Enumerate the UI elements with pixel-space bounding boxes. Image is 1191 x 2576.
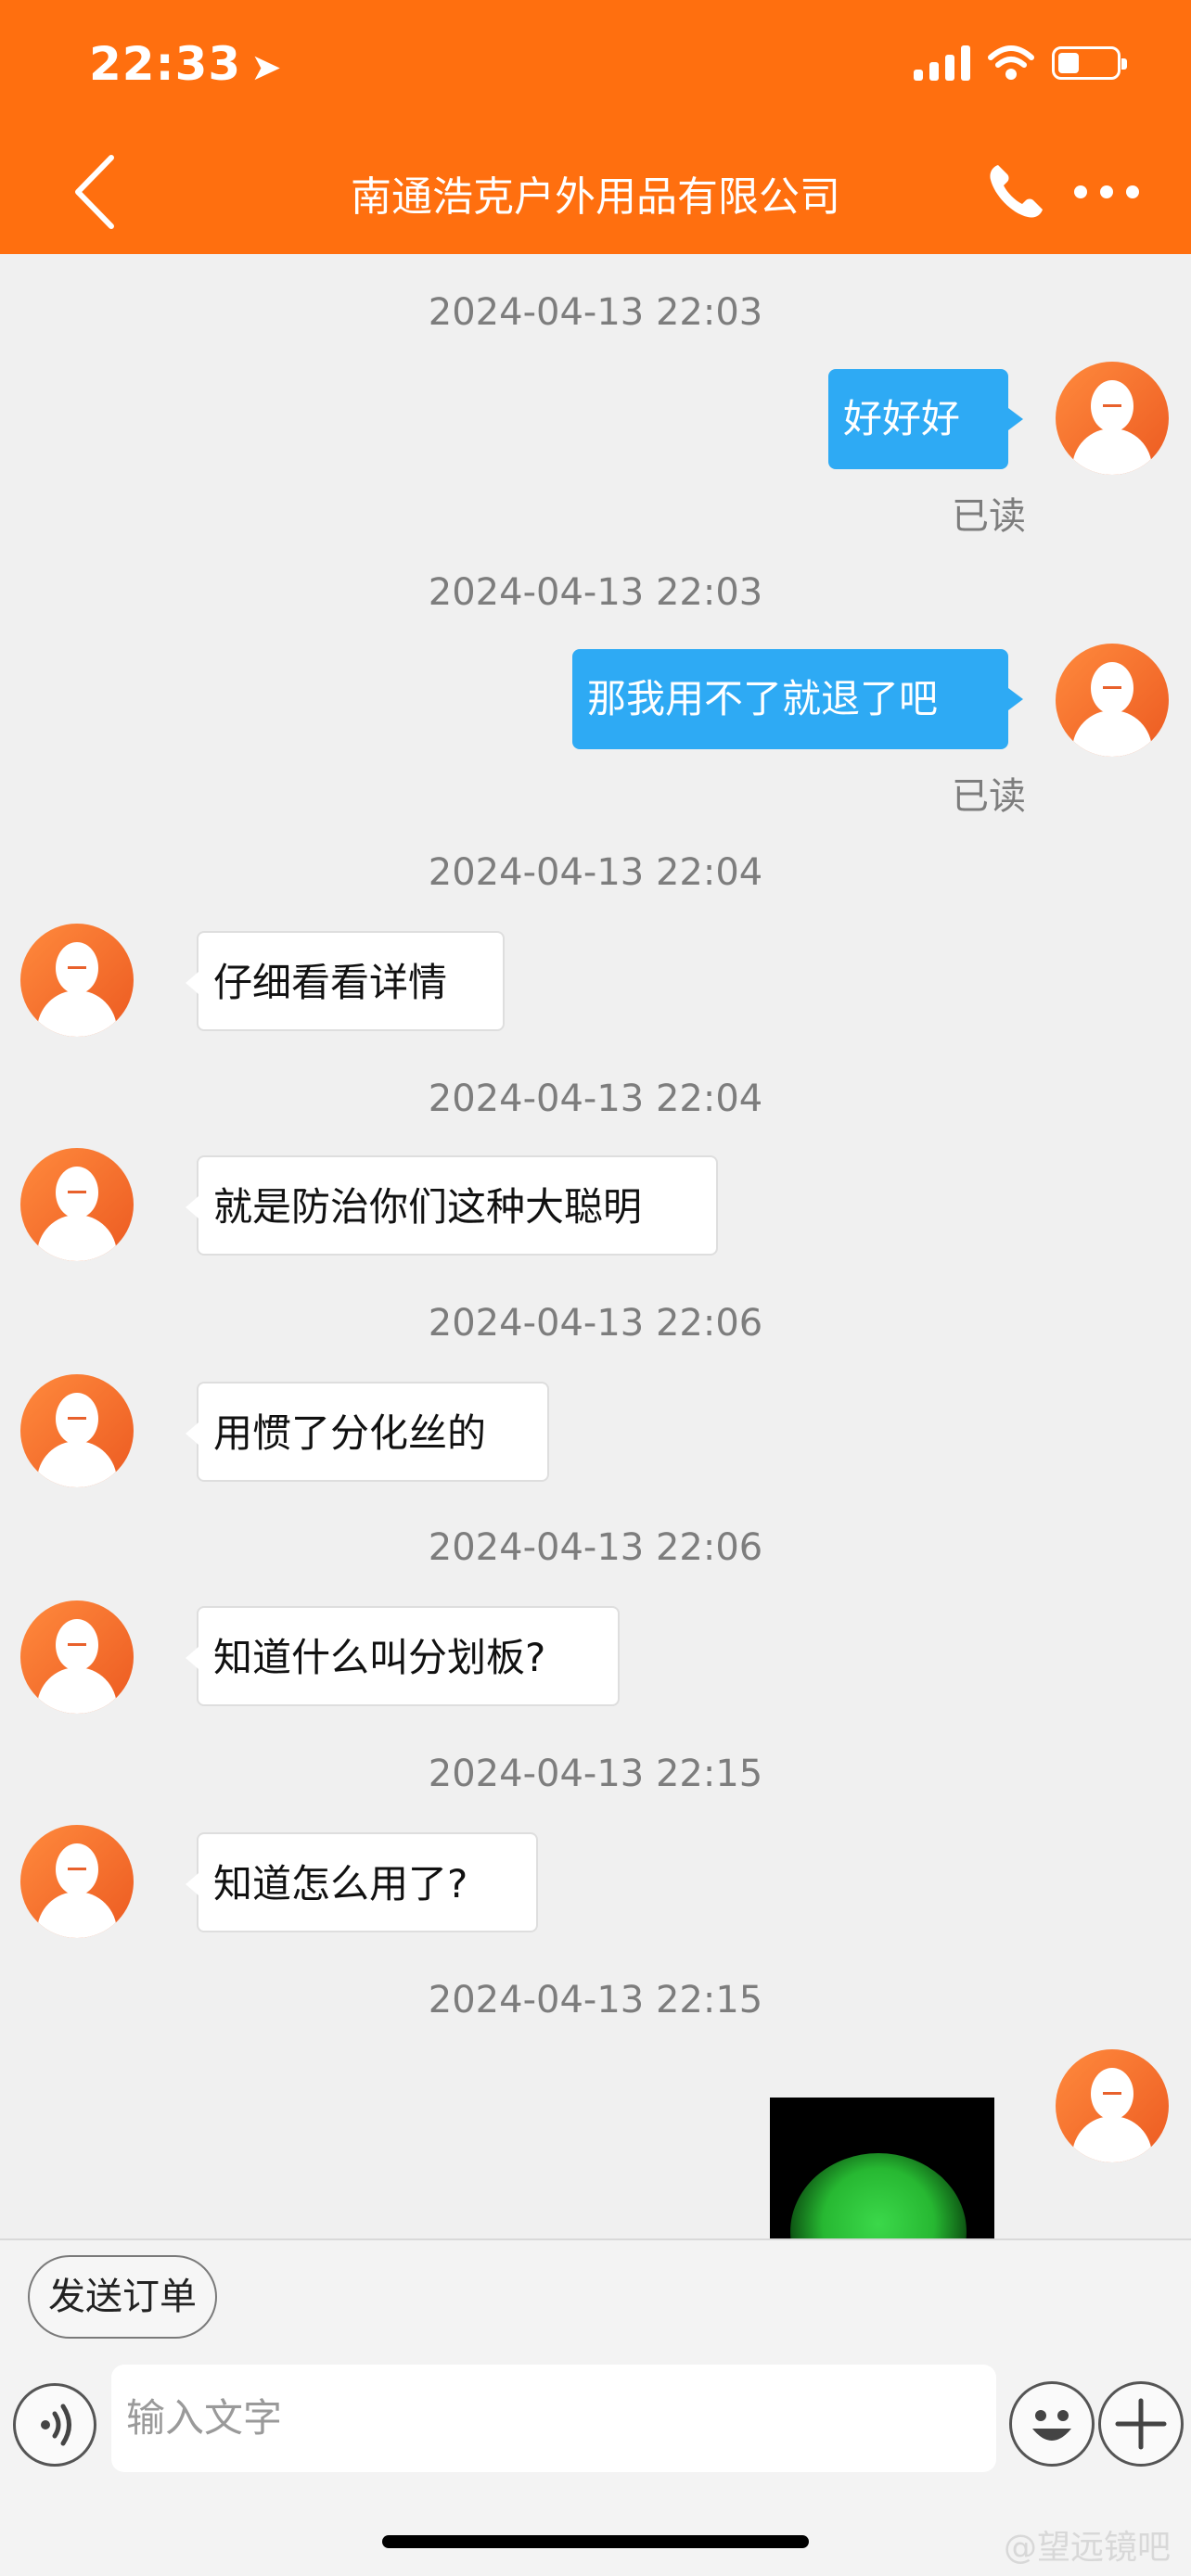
send-order-button[interactable]: 发送订单 xyxy=(28,2255,217,2339)
message-input[interactable]: 输入文字 xyxy=(111,2365,996,2472)
phone-icon[interactable] xyxy=(985,159,1048,223)
incoming-message-bubble[interactable]: 用惯了分化丝的 xyxy=(186,1382,549,1482)
wifi-icon xyxy=(988,45,1034,80)
message-timestamp: 2024-04-13 22:15 xyxy=(428,1979,763,2021)
message-timestamp: 2024-04-13 22:03 xyxy=(428,571,763,614)
message-timestamp: 2024-04-13 22:15 xyxy=(428,1753,763,1795)
self-avatar[interactable] xyxy=(1056,2049,1169,2162)
self-avatar[interactable] xyxy=(1056,644,1169,757)
incoming-message-bubble[interactable]: 就是防治你们这种大聪明 xyxy=(186,1155,718,1256)
outgoing-message-bubble[interactable]: 那我用不了就退了吧 xyxy=(572,649,1023,749)
message-timestamp: 2024-04-13 22:04 xyxy=(428,1078,763,1120)
status-time: 22:33 ➤ xyxy=(89,37,283,91)
voice-input-icon[interactable] xyxy=(13,2383,96,2467)
message-timestamp: 2024-04-13 22:06 xyxy=(428,1526,763,1569)
read-status: 已读 xyxy=(952,495,1026,538)
plus-icon[interactable] xyxy=(1098,2381,1184,2467)
home-indicator[interactable] xyxy=(382,2535,809,2548)
watermark: @望远镜吧 xyxy=(1003,2529,1171,2567)
merchant-avatar[interactable] xyxy=(20,1374,134,1487)
emoji-icon[interactable] xyxy=(1009,2381,1095,2467)
self-avatar[interactable] xyxy=(1056,362,1169,475)
status-time-text: 22:33 xyxy=(89,37,242,91)
more-options-icon[interactable] xyxy=(1074,185,1139,198)
message-timestamp: 2024-04-13 22:04 xyxy=(428,851,763,894)
message-timestamp: 2024-04-13 22:03 xyxy=(428,291,763,334)
location-arrow-icon: ➤ xyxy=(250,46,283,89)
top-bar: 22:33 ➤ 南通浩克户外用品有限公司 xyxy=(0,0,1191,254)
incoming-message-bubble[interactable]: 知道怎么用了? xyxy=(186,1832,538,1932)
battery-icon xyxy=(1052,46,1127,80)
merchant-avatar[interactable] xyxy=(20,924,134,1037)
status-icons xyxy=(914,45,1127,82)
reticle-photo xyxy=(790,2153,967,2238)
merchant-avatar[interactable] xyxy=(20,1600,134,1714)
merchant-avatar[interactable] xyxy=(20,1148,134,1261)
incoming-message-bubble[interactable]: 仔细看看详情 xyxy=(186,931,505,1031)
outgoing-message-bubble[interactable]: 好好好 xyxy=(828,369,1023,469)
image-message[interactable] xyxy=(770,2098,994,2238)
incoming-message-bubble[interactable]: 知道什么叫分划板? xyxy=(186,1606,620,1706)
cellular-signal-icon xyxy=(914,45,970,81)
read-status: 已读 xyxy=(952,775,1026,818)
message-timestamp: 2024-04-13 22:06 xyxy=(428,1302,763,1345)
merchant-avatar[interactable] xyxy=(20,1825,134,1938)
